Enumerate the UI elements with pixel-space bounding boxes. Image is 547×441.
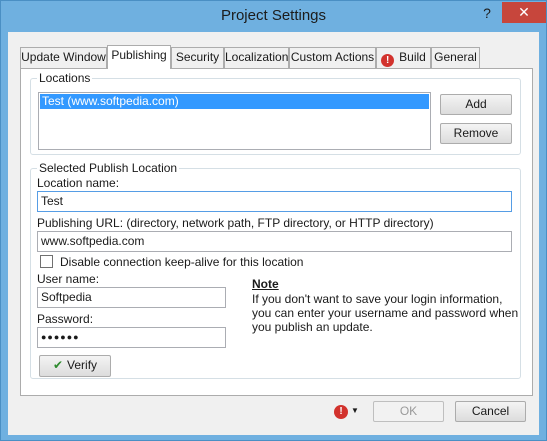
- cancel-button[interactable]: Cancel: [455, 401, 526, 422]
- ok-button[interactable]: OK: [373, 401, 444, 422]
- tab-update-window[interactable]: Update Window: [20, 47, 107, 68]
- location-name-label: Location name:: [37, 176, 120, 190]
- locations-group-title: Locations: [37, 71, 93, 85]
- help-button[interactable]: ?: [475, 3, 499, 23]
- tab-label: Build: [399, 50, 426, 64]
- tab-label: Security: [175, 50, 220, 64]
- username-input[interactable]: Softpedia: [37, 287, 226, 308]
- list-item[interactable]: Test (www.softpedia.com): [40, 94, 429, 109]
- keepalive-label: Disable connection keep-alive for this l…: [60, 255, 304, 269]
- chevron-down-icon: ▼: [351, 406, 359, 415]
- password-input[interactable]: ●●●●●●: [37, 327, 226, 348]
- location-name-input[interactable]: Test: [37, 191, 512, 212]
- add-button[interactable]: Add: [440, 94, 512, 115]
- tab-custom-actions[interactable]: Custom Actions: [289, 47, 376, 68]
- tab-general[interactable]: General: [431, 47, 480, 68]
- tab-label: Publishing: [111, 48, 167, 62]
- tab-publishing[interactable]: Publishing: [107, 45, 171, 69]
- tab-label: Localization: [225, 50, 289, 64]
- title-bar[interactable]: Project Settings ? ✕: [1, 1, 546, 32]
- warning-icon: !: [334, 405, 348, 419]
- selected-location-group-title: Selected Publish Location: [37, 161, 180, 175]
- tab-security[interactable]: Security: [171, 47, 224, 68]
- username-label: User name:: [37, 272, 100, 286]
- publishing-url-input[interactable]: www.softpedia.com: [37, 231, 512, 252]
- tab-label: Custom Actions: [290, 50, 375, 64]
- publishing-panel: Locations Test (www.softpedia.com) Add R…: [20, 68, 533, 396]
- warning-icon: !: [381, 54, 395, 67]
- dialog-client-area: Update Window Publishing Security Locali…: [8, 32, 539, 435]
- keepalive-checkbox[interactable]: [40, 255, 53, 268]
- note-title: Note: [252, 277, 279, 291]
- checkmark-icon: ✔: [52, 358, 64, 372]
- project-settings-window: Project Settings ? ✕ Update Window Publi…: [0, 0, 547, 441]
- locations-list[interactable]: Test (www.softpedia.com): [38, 92, 431, 150]
- tab-localization[interactable]: Localization: [224, 47, 289, 68]
- tab-build[interactable]: ! Build: [376, 47, 431, 68]
- verify-label: Verify: [67, 358, 98, 372]
- verify-button[interactable]: ✔ Verify: [39, 355, 111, 377]
- remove-button[interactable]: Remove: [440, 123, 512, 144]
- tab-label: Update Window: [21, 50, 106, 64]
- note-text: If you don't want to save your login inf…: [252, 292, 519, 334]
- close-button[interactable]: ✕: [502, 2, 546, 23]
- publishing-url-label: Publishing URL: (directory, network path…: [37, 216, 434, 230]
- warnings-dropdown[interactable]: ! ▼: [334, 404, 364, 420]
- tab-label: General: [434, 50, 477, 64]
- password-label: Password:: [37, 312, 94, 326]
- window-title: Project Settings: [220, 7, 327, 24]
